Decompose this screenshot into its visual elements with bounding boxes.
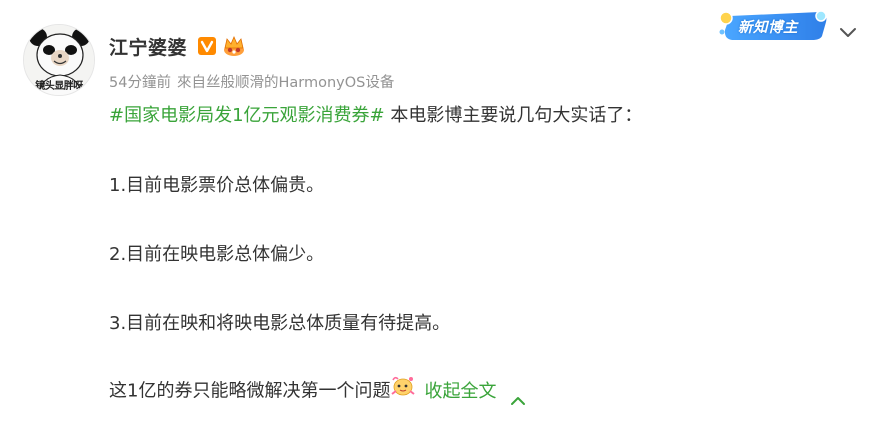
post-time[interactable]: 54分鐘前 — [109, 71, 171, 92]
avatar[interactable]: 镜头显胖呀 — [23, 24, 95, 96]
chevron-up-icon[interactable] — [510, 386, 526, 405]
avatar-caption: 镜头显胖呀 — [35, 81, 83, 92]
badge-label: 新知博主 — [738, 20, 798, 36]
verified-v-icon[interactable] — [197, 36, 217, 56]
content-line-point1: 1.目前电影票价总体偏贵。 — [109, 175, 325, 196]
closing-text: 这1亿的券只能略微解决第一个问题 — [109, 380, 391, 402]
cute-emoji-icon — [390, 374, 416, 409]
post-meta: 54分鐘前 來自丝般顺滑的HarmonyOS设备 — [109, 71, 394, 92]
collapse-text-button[interactable]: 收起全文 — [424, 381, 496, 402]
author-row: 江宁婆婆 — [109, 32, 246, 60]
content-line-closing: 这1亿的券只能略微解决第一个问题 收起全文 — [109, 374, 526, 409]
content-line-point3: 3.目前在映和将映电影总体质量有待提高。 — [109, 313, 451, 334]
chevron-down-icon[interactable] — [838, 24, 858, 40]
username[interactable]: 江宁婆婆 — [109, 33, 187, 60]
post-source: 來自丝般顺滑的HarmonyOS设备 — [176, 75, 395, 91]
content-line-point2: 2.目前在映电影总体偏少。 — [109, 244, 325, 265]
intro-text: 本电影博主要说几句大实话了： — [384, 105, 643, 126]
hashtag-link[interactable]: #国家电影局发1亿元观影消费券# — [109, 105, 385, 126]
content-line-intro: #国家电影局发1亿元观影消费券# 本电影博主要说几句大实话了： — [109, 100, 642, 132]
weibo-post: 镜头显胖呀 江宁婆婆 54分鐘前 來自丝般顺滑的HarmonyOS设备 新知博主… — [0, 0, 874, 422]
vip-crown-icon[interactable] — [222, 35, 246, 57]
creator-badge[interactable]: 新知博主 — [716, 8, 834, 44]
